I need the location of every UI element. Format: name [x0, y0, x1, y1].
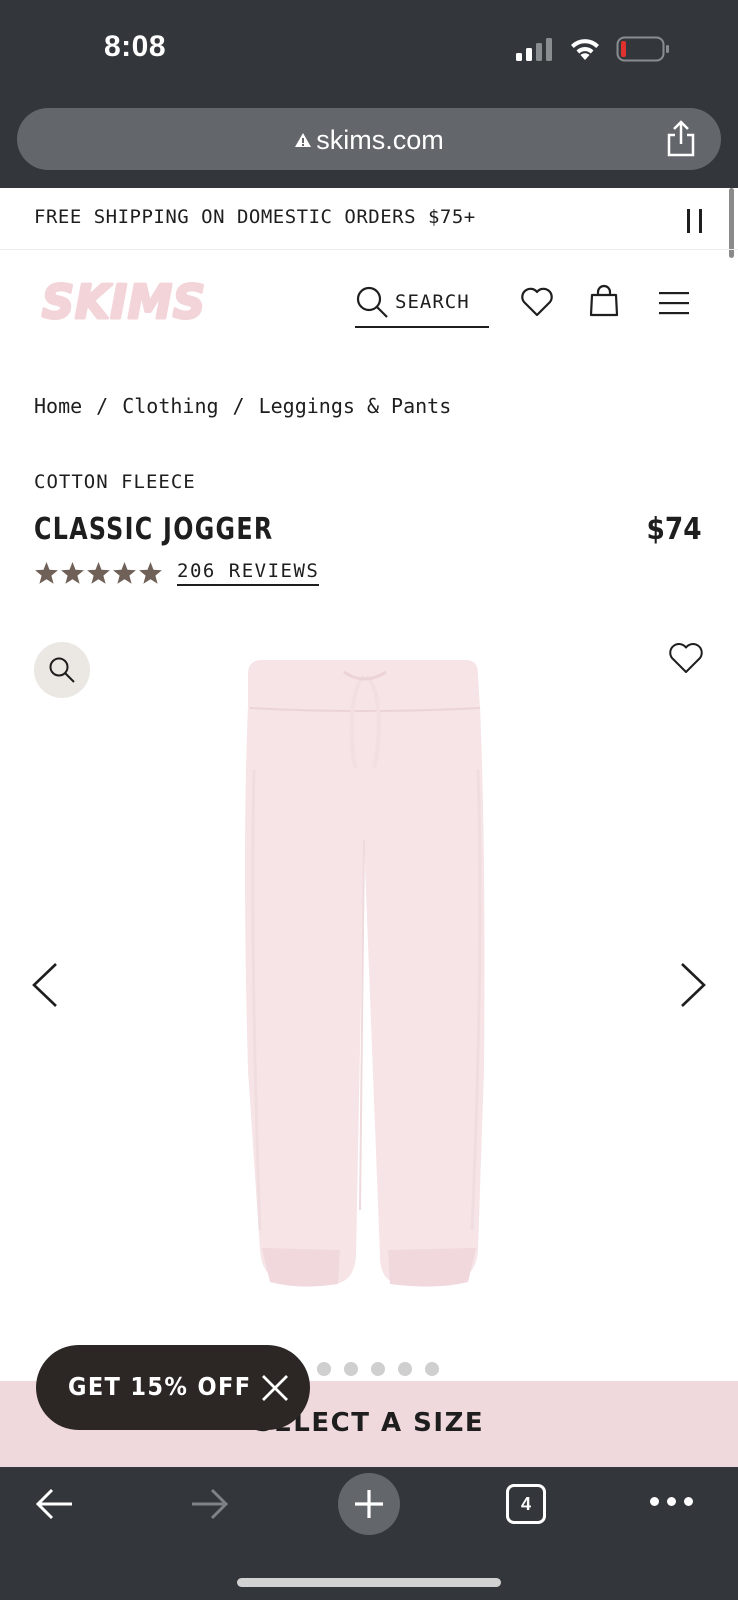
tabs-button[interactable]: 4: [506, 1484, 546, 1524]
warning-icon: [294, 124, 312, 155]
pause-icon[interactable]: [684, 208, 706, 239]
rating-stars: [34, 561, 163, 585]
breadcrumb-separator: /: [96, 394, 109, 418]
battery-icon: [616, 36, 670, 67]
favorite-heart-icon[interactable]: [668, 642, 704, 679]
hamburger-menu-icon[interactable]: [658, 291, 690, 320]
gallery-dot[interactable]: [371, 1362, 385, 1376]
new-tab-button[interactable]: [338, 1473, 400, 1535]
product-gallery: [0, 620, 738, 1380]
breadcrumb-clothing[interactable]: Clothing: [122, 394, 218, 418]
star-icon: [139, 562, 162, 584]
url-text: skims.com: [316, 125, 444, 155]
skims-logo[interactable]: SKIMS: [40, 274, 212, 331]
plus-icon: [355, 1490, 383, 1518]
browser-top-bar: 8:08 skims.com: [0, 0, 738, 188]
breadcrumb-separator: /: [232, 394, 245, 418]
breadcrumb: Home / Clothing / Leggings & Pants: [34, 394, 451, 418]
back-arrow-icon[interactable]: [34, 1487, 74, 1526]
close-icon[interactable]: [260, 1373, 290, 1408]
site-header: SKIMS SEARCH: [0, 251, 738, 356]
gallery-dot[interactable]: [425, 1362, 439, 1376]
zoom-search-icon: [49, 657, 75, 683]
product-image[interactable]: [240, 650, 492, 1307]
wifi-icon: [568, 36, 602, 67]
more-options-icon[interactable]: [650, 1497, 693, 1506]
star-icon: [61, 562, 84, 584]
promo-text: FREE SHIPPING ON DOMESTIC ORDERS $75+: [34, 206, 476, 228]
search-box[interactable]: SEARCH: [355, 283, 489, 328]
url-bar[interactable]: skims.com: [17, 108, 721, 170]
gallery-pagination: [290, 1362, 439, 1376]
promo-banner: FREE SHIPPING ON DOMESTIC ORDERS $75+: [0, 188, 738, 250]
cellular-signal-icon: [514, 37, 554, 66]
star-icon: [35, 562, 58, 584]
discount-popup[interactable]: GET 15% OFF: [36, 1345, 310, 1430]
url-display[interactable]: skims.com: [17, 124, 721, 156]
next-image-arrow-icon[interactable]: [678, 962, 708, 1013]
home-indicator[interactable]: [237, 1578, 501, 1587]
gallery-dot[interactable]: [317, 1362, 331, 1376]
star-icon: [87, 562, 110, 584]
breadcrumb-leggings-pants[interactable]: Leggings & Pants: [259, 394, 452, 418]
status-icons: [514, 36, 670, 67]
gallery-dot[interactable]: [344, 1362, 358, 1376]
forward-arrow-icon[interactable]: [190, 1487, 230, 1526]
search-label: SEARCH: [395, 291, 470, 313]
shopping-bag-icon[interactable]: [589, 283, 619, 322]
logo-wordmark: SKIMS: [42, 276, 206, 326]
previous-image-arrow-icon[interactable]: [30, 962, 60, 1013]
product-price: $74: [646, 512, 702, 547]
wishlist-icon[interactable]: [520, 287, 554, 322]
star-icon: [113, 562, 136, 584]
zoom-button[interactable]: [34, 642, 90, 698]
share-icon[interactable]: [665, 120, 697, 163]
breadcrumb-home[interactable]: Home: [34, 394, 82, 418]
gallery-dot[interactable]: [398, 1362, 412, 1376]
search-icon: [355, 285, 389, 324]
product-title: CLASSIC JOGGER: [34, 512, 274, 547]
reviews-link[interactable]: 206 REVIEWS: [177, 560, 320, 586]
browser-bottom-toolbar: 4: [0, 1467, 738, 1600]
product-collection: COTTON FLEECE: [34, 471, 196, 493]
status-time: 8:08: [104, 30, 167, 63]
product-rating: 206 REVIEWS: [34, 560, 320, 586]
discount-label: GET 15% OFF: [68, 1372, 252, 1401]
